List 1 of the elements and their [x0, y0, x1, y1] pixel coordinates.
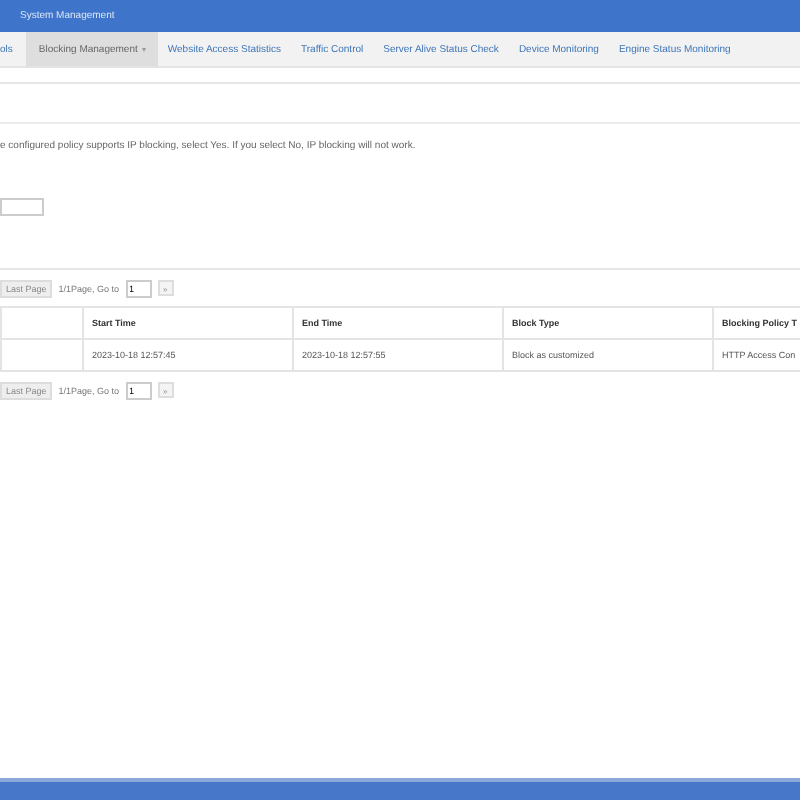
input-field[interactable]	[0, 198, 44, 216]
